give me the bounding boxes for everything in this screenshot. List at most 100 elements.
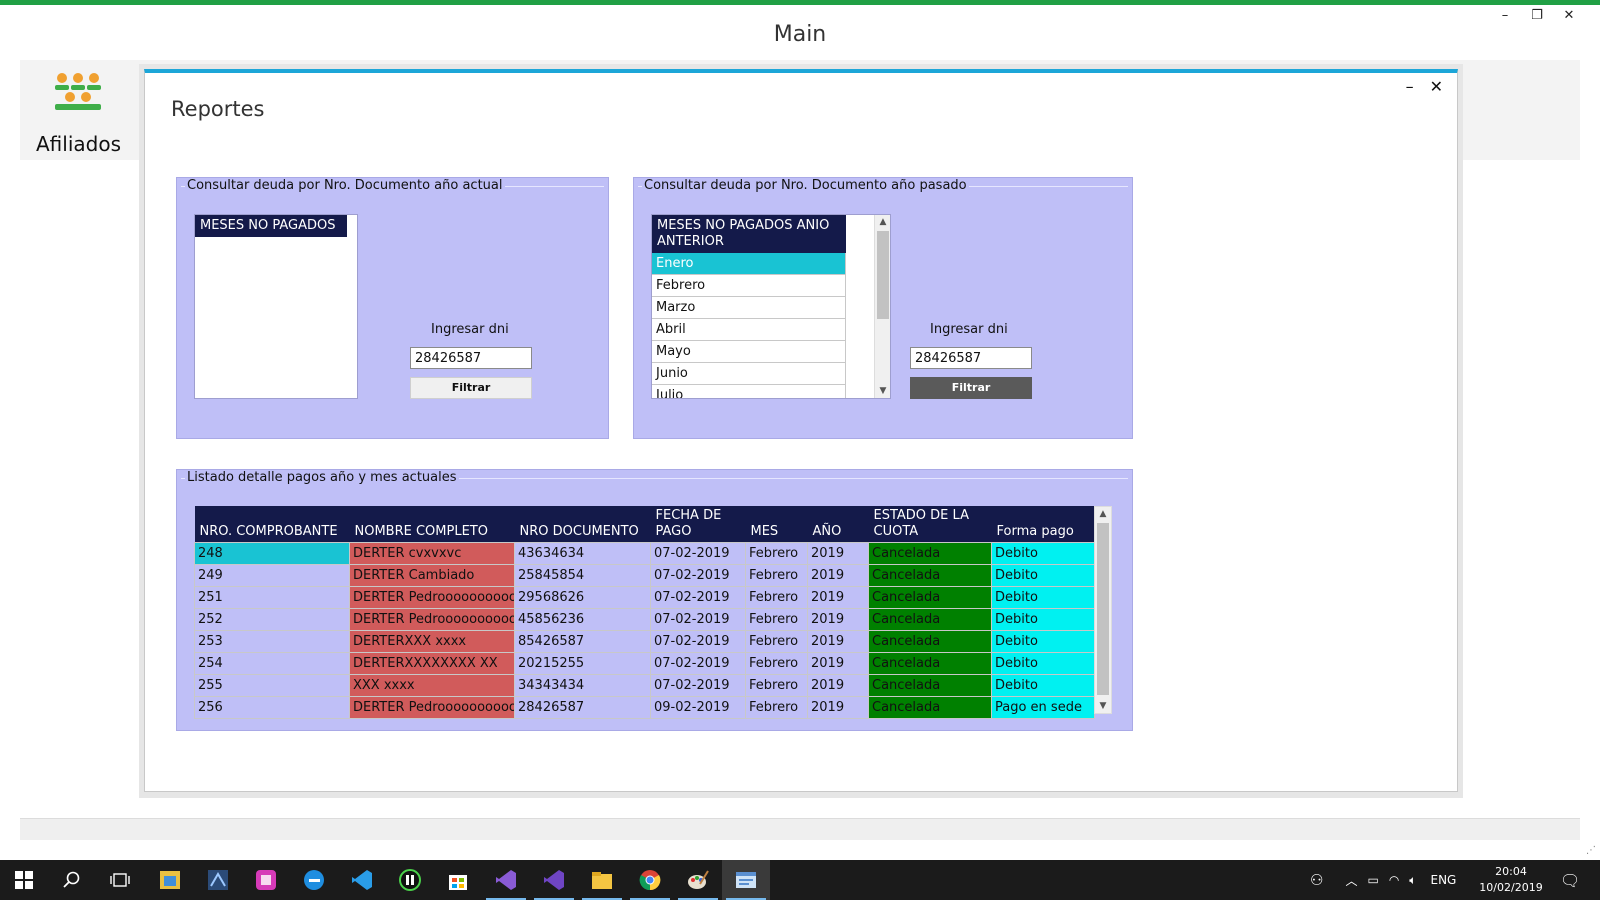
table-cell[interactable]: DERTER cvxvxvc [349, 542, 515, 565]
table-cell[interactable]: 25845854 [514, 564, 651, 587]
table-cell[interactable]: 07-02-2019 [650, 586, 746, 609]
table-cell[interactable]: 43634634 [514, 542, 651, 565]
column-header[interactable]: NOMBRE COMPLETO [349, 506, 515, 543]
list-scrollbar[interactable]: ▲ ▼ [874, 215, 890, 398]
table-cell[interactable]: 2019 [807, 564, 869, 587]
column-header[interactable]: AÑO [807, 506, 869, 543]
column-header[interactable]: NRO DOCUMENTO [514, 506, 651, 543]
column-header[interactable]: NRO. COMPROBANTE [194, 506, 350, 543]
month-list-item[interactable]: Abril [652, 319, 846, 341]
chrome-icon[interactable] [626, 860, 674, 900]
table-cell[interactable]: 34343434 [514, 674, 651, 697]
scroll-up-icon[interactable]: ▲ [875, 215, 890, 229]
visual-studio-icon[interactable] [482, 860, 530, 900]
table-cell[interactable]: DERTER Pedroooooooooo [349, 586, 515, 609]
volume-icon[interactable]: 🔈︎ [1409, 873, 1416, 888]
table-cell[interactable]: Cancelada [868, 542, 992, 565]
table-cell[interactable]: Febrero [745, 674, 808, 697]
clock[interactable]: 20:04 10/02/2019 [1476, 864, 1546, 896]
table-cell[interactable]: 256 [194, 696, 350, 719]
file-explorer-icon[interactable] [578, 860, 626, 900]
minimize-button[interactable]: – [1498, 8, 1512, 23]
table-cell[interactable]: Debito [991, 586, 1095, 609]
table-row[interactable]: 256 DERTER Pedroooooooooo 28426587 09-02-20… [194, 696, 1095, 719]
battery-icon[interactable]: ▭ [1367, 873, 1378, 887]
table-cell[interactable]: Febrero [745, 564, 808, 587]
table-cell[interactable]: Febrero [745, 542, 808, 565]
table-cell[interactable]: Cancelada [868, 630, 992, 653]
month-list-item[interactable]: Enero [652, 253, 846, 275]
grid-scrollbar[interactable]: ▲ ▼ [1094, 506, 1112, 714]
table-row[interactable]: 253 DERTERXXX xxxx 85426587 07-02-2019 Febre… [194, 630, 1095, 653]
table-row[interactable]: 254 DERTERXXXXXXXX XX 20215255 07-02-2019 Fe… [194, 652, 1095, 675]
table-cell[interactable]: 07-02-2019 [650, 542, 746, 565]
window-app-icon[interactable] [722, 860, 770, 900]
table-cell[interactable]: Debito [991, 564, 1095, 587]
table-cell[interactable]: Febrero [745, 630, 808, 653]
table-cell[interactable]: 28426587 [514, 696, 651, 719]
table-cell[interactable]: 2019 [807, 608, 869, 631]
start-icon[interactable] [0, 860, 48, 900]
paint-icon[interactable] [674, 860, 722, 900]
filter-button[interactable]: Filtrar [410, 377, 532, 399]
people-icon[interactable]: ⚇ [1310, 871, 1323, 889]
table-cell[interactable]: Pago en sede [991, 696, 1095, 719]
table-cell[interactable]: 07-02-2019 [650, 652, 746, 675]
table-cell[interactable]: Febrero [745, 586, 808, 609]
resize-grip-icon[interactable]: ⋰ [1586, 845, 1596, 856]
column-header[interactable]: Forma pago [991, 506, 1095, 543]
table-cell[interactable]: Febrero [745, 696, 808, 719]
scroll-down-icon[interactable]: ▼ [875, 384, 890, 398]
month-list-item[interactable]: Febrero [652, 275, 846, 297]
unpaid-months-list[interactable]: MESES NO PAGADOS [194, 214, 358, 399]
grid-scroll-down-icon[interactable]: ▼ [1095, 699, 1111, 713]
table-cell[interactable]: 254 [194, 652, 350, 675]
month-list-item[interactable]: Mayo [652, 341, 846, 363]
table-cell[interactable]: Debito [991, 630, 1095, 653]
table-cell[interactable]: 85426587 [514, 630, 651, 653]
child-minimize-button[interactable]: – [1406, 77, 1414, 96]
table-cell[interactable]: DERTER Cambiado [349, 564, 515, 587]
grid-scroll-up-icon[interactable]: ▲ [1095, 507, 1111, 521]
table-cell[interactable]: 251 [194, 586, 350, 609]
menu-item-afiliados[interactable]: Afiliados [20, 60, 138, 160]
column-header[interactable]: FECHA DE PAGO [650, 506, 746, 543]
table-cell[interactable]: 07-02-2019 [650, 608, 746, 631]
table-row[interactable]: 248 DERTER cvxvxvc 43634634 07-02-2019 Febre… [194, 542, 1095, 565]
table-row[interactable]: 252 DERTER Pedroooooooooo 45856236 07-02-20… [194, 608, 1095, 631]
dni-input[interactable] [410, 347, 532, 369]
table-cell[interactable]: 45856236 [514, 608, 651, 631]
payments-grid[interactable]: NRO. COMPROBANTE NOMBRE COMPLETO NRO DOCUM… [194, 506, 1095, 719]
table-cell[interactable]: 07-02-2019 [650, 564, 746, 587]
search-icon[interactable] [48, 860, 96, 900]
table-cell[interactable]: 2019 [807, 586, 869, 609]
store-icon[interactable] [434, 860, 482, 900]
close-button[interactable]: ✕ [1562, 8, 1576, 23]
restore-button[interactable]: ❐ [1530, 8, 1544, 23]
table-cell[interactable]: 20215255 [514, 652, 651, 675]
app-icon-4[interactable] [386, 860, 434, 900]
task-view-icon[interactable] [96, 860, 144, 900]
table-cell[interactable]: Cancelada [868, 564, 992, 587]
table-cell[interactable]: Debito [991, 674, 1095, 697]
language-indicator[interactable]: ENG [1431, 873, 1457, 887]
table-cell[interactable]: 07-02-2019 [650, 630, 746, 653]
wifi-icon[interactable]: ◠ [1389, 873, 1399, 887]
notifications-icon[interactable]: 🗨︎ [1560, 860, 1580, 900]
table-cell[interactable]: Debito [991, 542, 1095, 565]
table-row[interactable]: 251 DERTER Pedroooooooooo 29568626 07-02-20… [194, 586, 1095, 609]
table-cell[interactable]: 2019 [807, 674, 869, 697]
table-cell[interactable]: 2019 [807, 630, 869, 653]
dni-input-previous[interactable] [910, 347, 1032, 369]
table-cell[interactable]: Cancelada [868, 652, 992, 675]
table-cell[interactable]: Cancelada [868, 608, 992, 631]
edge-icon[interactable] [290, 860, 338, 900]
grid-scroll-thumb[interactable] [1097, 523, 1109, 695]
previous-unpaid-months-list[interactable]: MESES NO PAGADOS ANIO ANTERIOR Enero Febr… [651, 214, 891, 399]
table-cell[interactable]: 2019 [807, 542, 869, 565]
column-header[interactable]: MES [745, 506, 808, 543]
table-cell[interactable]: 09-02-2019 [650, 696, 746, 719]
month-list-item[interactable]: Junio [652, 363, 846, 385]
month-list-item[interactable]: Marzo [652, 297, 846, 319]
table-cell[interactable]: 252 [194, 608, 350, 631]
